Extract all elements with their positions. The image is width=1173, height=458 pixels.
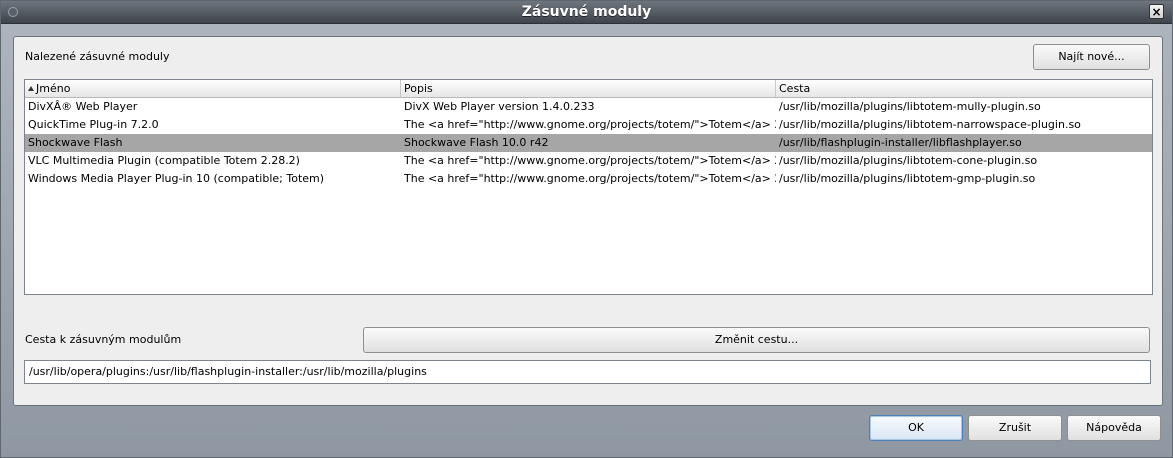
row-name: Shockwave Flash (28, 136, 123, 149)
table-row[interactable]: DivXÂ® Web Player DivX Web Player versio… (25, 98, 1152, 116)
column-header-path[interactable]: Cesta (776, 80, 1152, 97)
plugins-panel: Nalezené zásuvné moduly Najít nové... Jm… (13, 36, 1163, 406)
help-button[interactable]: Nápověda (1067, 415, 1161, 441)
table-row[interactable]: VLC Multimedia Plugin (compatible Totem … (25, 152, 1152, 170)
row-description: The <a href="http://www.gnome.org/projec… (404, 118, 776, 131)
close-icon[interactable]: × (1149, 4, 1164, 19)
table-row[interactable]: QuickTime Plug-in 7.2.0 The <a href="htt… (25, 116, 1152, 134)
row-path: /usr/lib/mozilla/plugins/libtotem-cone-p… (779, 154, 1038, 167)
plugin-path-label: Cesta k zásuvným modulům (25, 333, 182, 346)
row-path: /usr/lib/mozilla/plugins/libtotem-narrow… (779, 118, 1081, 131)
change-path-button[interactable]: Změnit cestu... (363, 327, 1150, 353)
ok-button[interactable]: OK (869, 415, 963, 441)
column-header-name[interactable]: Jméno (25, 80, 401, 97)
row-path: /usr/lib/mozilla/plugins/libtotem-gmp-pl… (779, 172, 1036, 185)
table-header: Jméno Popis Cesta (25, 80, 1152, 98)
row-description: The <a href="http://www.gnome.org/projec… (404, 154, 776, 167)
cancel-button[interactable]: Zrušit (968, 415, 1062, 441)
row-description: Shockwave Flash 10.0 r42 (404, 136, 549, 149)
row-description: The <a href="http://www.gnome.org/projec… (404, 172, 776, 185)
found-plugins-label: Nalezené zásuvné moduly (25, 50, 170, 63)
table-row-selected[interactable]: Shockwave Flash Shockwave Flash 10.0 r42… (25, 134, 1152, 152)
row-path: /usr/lib/flashplugin-installer/libflashp… (779, 136, 1022, 149)
row-name: VLC Multimedia Plugin (compatible Totem … (28, 154, 300, 167)
row-name: Windows Media Player Plug-in 10 (compati… (28, 172, 325, 185)
row-name: DivXÂ® Web Player (28, 100, 138, 113)
column-header-description[interactable]: Popis (401, 80, 776, 97)
table-row[interactable]: Windows Media Player Plug-in 10 (compati… (25, 170, 1152, 188)
plugins-table[interactable]: Jméno Popis Cesta DivXÂ® Web Player DivX… (24, 79, 1153, 295)
plugins-dialog: Zásuvné moduly × Nalezené zásuvné moduly… (0, 0, 1173, 458)
row-path: /usr/lib/mozilla/plugins/libtotem-mully-… (779, 100, 1041, 113)
window-title: Zásuvné moduly (521, 4, 652, 20)
row-description: DivX Web Player version 1.4.0.233 (404, 100, 595, 113)
plugin-path-field[interactable]: /usr/lib/opera/plugins:/usr/lib/flashplu… (24, 360, 1151, 384)
column-header-name-label: Jméno (36, 82, 71, 95)
title-bar[interactable]: Zásuvné moduly × (1, 1, 1172, 24)
find-new-button[interactable]: Najít nové... (1033, 44, 1150, 70)
row-name: QuickTime Plug-in 7.2.0 (28, 118, 159, 131)
sort-ascending-icon (28, 86, 34, 91)
